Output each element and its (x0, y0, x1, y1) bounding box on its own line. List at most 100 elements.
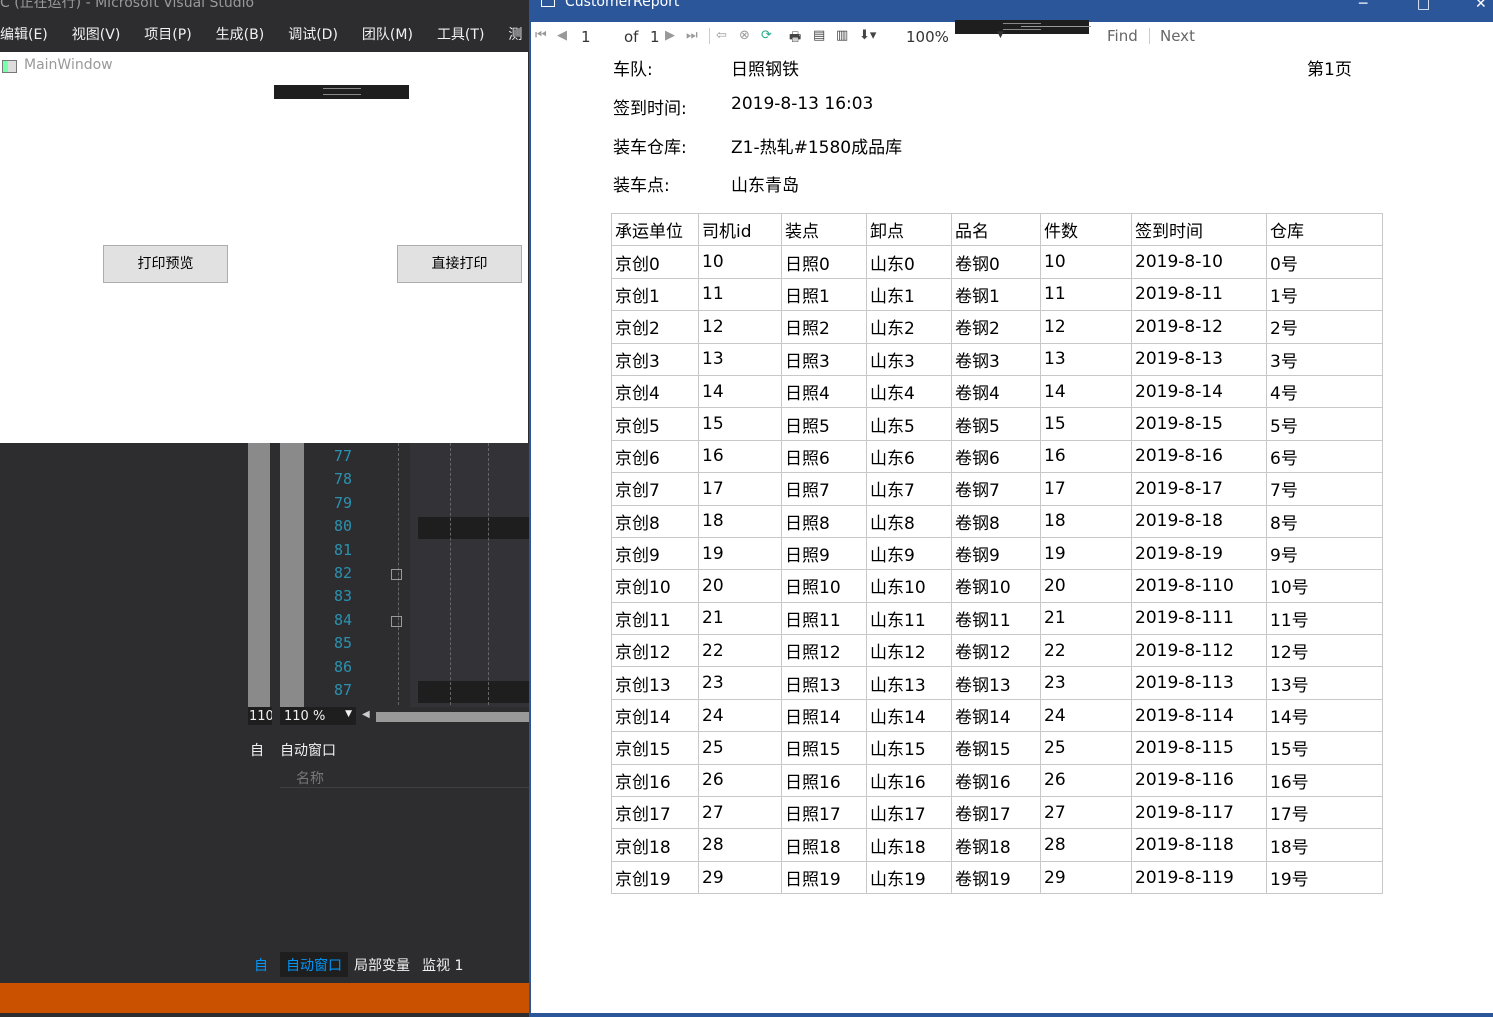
code-area[interactable] (410, 443, 530, 707)
first-page-icon[interactable]: ⏮ (535, 28, 547, 43)
print-preview-button[interactable]: 打印预览 (103, 245, 228, 283)
table-cell: 卷钢19 (951, 860, 1041, 895)
table-cell: 2019-8-12 (1131, 310, 1267, 344)
table-cell: 11 (698, 277, 782, 312)
table-cell: 山东2 (866, 310, 952, 344)
auto-col-name[interactable]: 名称 (280, 764, 530, 788)
find-input[interactable] (1021, 26, 1091, 48)
print-icon[interactable]: 🖶 (789, 28, 801, 50)
table-cell: 京创5 (611, 407, 699, 441)
table-cell: 山东10 (866, 569, 952, 603)
table-cell: 山东9 (866, 536, 952, 571)
menu-debug[interactable]: 调试(D) (288, 22, 350, 46)
auto-panel-title-left: 自动 (250, 743, 264, 759)
tab-autos[interactable]: 自动窗口 (280, 952, 348, 977)
table-header-cell: 仓库 (1266, 212, 1383, 247)
menu-view[interactable]: 视图(V) (72, 22, 133, 46)
table-cell: 25 (1040, 731, 1132, 765)
table-cell: 1号 (1266, 277, 1383, 312)
zoom-combo-left[interactable]: 110 (248, 707, 272, 725)
table-cell: 卷钢9 (951, 536, 1041, 571)
table-row: 京创15 25 日照15 山东15 卷钢15 25 2019-8-115 15号 (611, 731, 1383, 765)
table-cell: 2019-8-116 (1131, 763, 1267, 798)
table-cell: 京创13 (611, 666, 699, 700)
tab-watch1[interactable]: 监视 1 (416, 952, 469, 977)
table-cell: 2019-8-118 (1131, 828, 1267, 862)
back-icon[interactable]: ⇦ (716, 28, 727, 43)
table-cell: 12号 (1266, 634, 1383, 668)
report-toolbar: ⏮ ◀ 1 of 1 ▶ ⏭ ⇦ ⊗ ⟳ 🖶 ▤ ▥ ⬇▾ 100% ▼ Fin… (531, 20, 1493, 50)
menu-tools[interactable]: 工具(T) (437, 22, 496, 46)
maximize-icon[interactable]: □ (1417, 0, 1430, 12)
report-window-title: CustomerReport (565, 0, 680, 10)
tab-locals[interactable]: 局部变量 (348, 952, 416, 977)
zoom-combo[interactable]: 110 % ▼ (280, 707, 356, 725)
table-cell: 日照6 (781, 439, 867, 474)
table-cell: 19 (1040, 536, 1132, 571)
table-cell: 15 (1040, 407, 1132, 441)
chevron-down-icon[interactable]: ▼ (997, 30, 1004, 40)
tab-left[interactable]: 自 (250, 952, 275, 977)
table-header-cell: 承运单位 (611, 212, 699, 247)
table-cell: 13号 (1266, 666, 1383, 700)
table-cell: 卷钢17 (951, 796, 1041, 830)
menu-project[interactable]: 项目(P) (144, 22, 203, 46)
menu-test[interactable]: 测 (508, 22, 530, 46)
table-cell: 山东19 (866, 860, 952, 895)
table-cell: 29 (1040, 860, 1132, 895)
menu-team[interactable]: 团队(M) (362, 22, 425, 46)
table-cell: 14 (698, 374, 782, 409)
next-page-icon[interactable]: ▶ (665, 28, 675, 43)
find-button[interactable]: Find (1107, 27, 1138, 45)
minimize-icon[interactable]: ─ (1359, 0, 1367, 12)
scroll-left-icon[interactable]: ◀ (362, 709, 370, 720)
zoom-value[interactable]: 100% (906, 28, 949, 46)
debug-tabs: 自动窗口 局部变量 监视 1 (280, 952, 530, 977)
table-cell: 12 (1040, 310, 1132, 344)
table-cell: 卷钢5 (951, 407, 1041, 441)
table-cell: 京创18 (611, 828, 699, 862)
page-number-input[interactable]: 1 (581, 28, 591, 46)
stop-icon[interactable]: ⊗ (739, 28, 750, 43)
team-label: 车队: (613, 60, 653, 80)
table-cell: 京创15 (611, 731, 699, 765)
table-row: 京创1 11 日照1 山东1 卷钢1 11 2019-8-11 1号 (611, 277, 1383, 312)
line-number: 77 (333, 447, 352, 465)
table-cell: 11号 (1266, 601, 1383, 636)
table-cell: 山东11 (866, 601, 952, 636)
next-button[interactable]: Next (1160, 27, 1195, 45)
horizontal-scrollbar[interactable] (376, 712, 530, 722)
fold-toggle-icon[interactable] (391, 569, 402, 580)
table-cell: 山东8 (866, 504, 952, 538)
table-cell: 日照12 (781, 634, 867, 668)
table-cell: 日照8 (781, 504, 867, 538)
table-cell: 卷钢11 (951, 601, 1041, 636)
print-layout-icon[interactable]: ▤ (813, 28, 825, 43)
menu-build[interactable]: 生成(B) (216, 22, 277, 46)
last-page-icon[interactable]: ⏭ (686, 28, 698, 43)
table-cell: 山东18 (866, 828, 952, 862)
close-icon[interactable]: ✕ (1475, 0, 1487, 12)
main-window-title: MainWindow (24, 57, 113, 73)
table-cell: 12 (698, 310, 782, 344)
table-cell: 28 (698, 828, 782, 862)
table-cell: 16号 (1266, 763, 1383, 798)
table-cell: 0号 (1266, 245, 1383, 279)
fold-toggle-icon[interactable] (391, 616, 402, 627)
line-number: 85 (333, 634, 352, 653)
table-cell: 京创3 (611, 342, 699, 376)
table-cell: 山东7 (866, 472, 952, 506)
direct-print-button[interactable]: 直接打印 (397, 245, 522, 283)
menu-edit[interactable]: 编辑(E) (0, 22, 60, 46)
export-icon[interactable]: ⬇▾ (859, 28, 876, 43)
table-cell: 25 (698, 731, 782, 765)
refresh-icon[interactable]: ⟳ (761, 28, 772, 43)
table-cell: 山东3 (866, 342, 952, 376)
table-cell: 2019-8-16 (1131, 439, 1267, 474)
table-cell: 日照15 (781, 731, 867, 765)
page-setup-icon[interactable]: ▥ (836, 28, 848, 43)
prev-page-icon[interactable]: ◀ (557, 28, 567, 43)
table-cell: 29 (698, 860, 782, 895)
table-cell: 2019-8-11 (1131, 277, 1267, 312)
debug-toolbar-handle[interactable] (274, 85, 409, 99)
